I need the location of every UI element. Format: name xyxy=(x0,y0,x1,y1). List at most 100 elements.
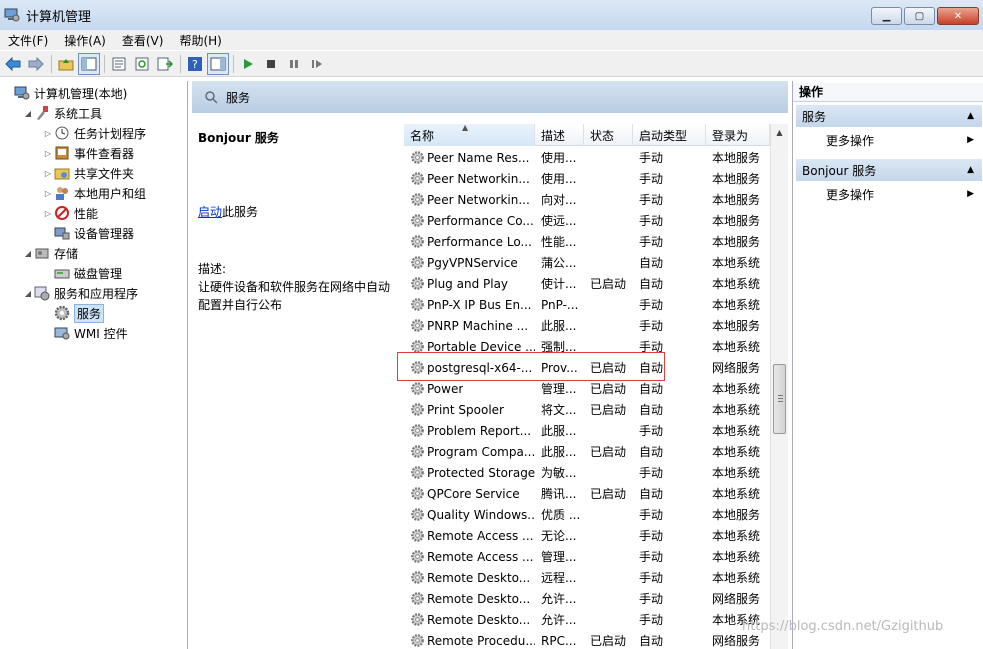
expand-toggle-icon[interactable]: ◢ xyxy=(22,249,34,258)
stop-service-button[interactable] xyxy=(260,53,282,75)
table-row[interactable]: PnP-X IP Bus En... PnP-... 手动 本地系统 xyxy=(404,294,770,315)
export-list-button[interactable] xyxy=(154,53,176,75)
table-row[interactable]: PNRP Machine ... 此服... 手动 本地服务 xyxy=(404,315,770,336)
column-header-status[interactable]: 状态 xyxy=(584,124,633,146)
column-header-startup-type[interactable]: 启动类型 xyxy=(633,124,706,146)
tree-item[interactable]: ▷ 事件查看器 xyxy=(42,143,134,163)
table-row[interactable]: Remote Access ... 无论... 手动 本地系统 xyxy=(404,525,770,546)
table-row[interactable]: Problem Report... 此服... 手动 本地系统 xyxy=(404,420,770,441)
table-row[interactable]: Performance Lo... 性能... 手动 本地服务 xyxy=(404,231,770,252)
tree-item[interactable]: 设备管理器 xyxy=(42,223,134,243)
cell-name: Performance Lo... xyxy=(404,234,535,249)
table-row[interactable]: Peer Networkin... 使用... 手动 本地服务 xyxy=(404,168,770,189)
column-header-name[interactable]: ▲ 名称 xyxy=(404,124,535,146)
cell-startup-type: 自动 xyxy=(639,403,664,417)
table-row[interactable]: Performance Co... 使远... 手动 本地服务 xyxy=(404,210,770,231)
help-button[interactable]: ? xyxy=(184,53,206,75)
selected-service-name: Bonjour 服务 xyxy=(198,131,279,145)
start-service-button[interactable] xyxy=(237,53,259,75)
cell-name: Print Spooler xyxy=(404,402,535,417)
table-row[interactable]: QPCore Service 腾讯... 已启动 自动 本地系统 xyxy=(404,483,770,504)
table-row[interactable]: Program Compa... 此服... 已启动 自动 本地系统 xyxy=(404,441,770,462)
column-header-description[interactable]: 描述 xyxy=(535,124,584,146)
expand-toggle-icon[interactable]: ◢ xyxy=(22,289,34,298)
close-button[interactable]: ✕ xyxy=(937,7,979,25)
properties-button[interactable] xyxy=(108,53,130,75)
expand-toggle-icon[interactable]: ▷ xyxy=(42,209,54,218)
tree-item[interactable]: ▷ 共享文件夹 xyxy=(42,163,134,183)
tree-item[interactable]: ▷ 性能 xyxy=(42,203,98,223)
refresh-button[interactable] xyxy=(131,53,153,75)
minimize-button[interactable]: ▁ xyxy=(871,7,902,25)
up-level-button[interactable] xyxy=(55,53,77,75)
expand-toggle-icon[interactable]: ◢ xyxy=(22,109,34,118)
resume-service-button[interactable] xyxy=(306,53,328,75)
gear-icon xyxy=(411,634,424,647)
highlight-annotation-box xyxy=(397,352,665,381)
tree-item-label: 事件查看器 xyxy=(74,146,135,161)
more-actions-services[interactable]: 更多操作 ▶ xyxy=(796,129,982,151)
tree-item-label: 计算机管理(本地) xyxy=(34,86,128,101)
table-row[interactable]: Remote Deskto... 允许... 手动 网络服务 xyxy=(404,588,770,609)
start-service-link[interactable]: 启动 xyxy=(198,205,222,219)
service-description-panel: Bonjour 服务 启动此服务 描述: 让硬件设备和软件服务在网络中自动配置并… xyxy=(192,113,404,649)
table-row[interactable]: Remote Deskto... 允许... 手动 本地系统 xyxy=(404,609,770,630)
tree-item[interactable]: ▷ 本地用户和组 xyxy=(42,183,146,203)
cell-name-text: Print Spooler xyxy=(427,402,504,417)
table-row[interactable]: Print Spooler 将文... 已启动 自动 本地系统 xyxy=(404,399,770,420)
tree-item[interactable]: ◢ 存储 xyxy=(22,243,78,263)
scroll-up-arrow-icon[interactable]: ▲ xyxy=(771,124,788,141)
tree-item[interactable]: 计算机管理(本地) xyxy=(2,83,127,103)
forward-button[interactable] xyxy=(25,53,47,75)
cell-name-text: Remote Access ... xyxy=(427,549,534,564)
table-row[interactable]: PgyVPNService 蒲公... 自动 本地系统 xyxy=(404,252,770,273)
tree-item[interactable]: WMI 控件 xyxy=(42,323,128,343)
table-row[interactable]: Quality Windows... 优质 ... 手动 本地服务 xyxy=(404,504,770,525)
cell-logon-as: 本地系统 xyxy=(712,382,761,396)
cell-status: 已启动 xyxy=(590,445,627,459)
pause-service-button[interactable] xyxy=(283,53,305,75)
vertical-scrollbar[interactable]: ▲ xyxy=(770,124,788,649)
table-row[interactable]: Protected Storage 为敏... 手动 本地系统 xyxy=(404,462,770,483)
cell-description: 为敏... xyxy=(541,466,577,480)
show-hide-tree-button[interactable] xyxy=(78,52,100,75)
gear-icon xyxy=(411,193,424,206)
menu-action[interactable]: 操作(A) xyxy=(56,32,114,49)
scrollbar-thumb[interactable] xyxy=(773,364,786,434)
back-button[interactable] xyxy=(2,53,24,75)
cell-startup-type: 手动 xyxy=(639,529,664,543)
tree-item[interactable]: 磁盘管理 xyxy=(42,263,122,283)
table-row[interactable]: Remote Access ... 管理... 手动 本地系统 xyxy=(404,546,770,567)
actions-section-bonjour[interactable]: Bonjour 服务 ▲ xyxy=(796,159,982,181)
menu-file[interactable]: 文件(F) xyxy=(0,32,56,49)
expand-toggle-icon[interactable]: ▷ xyxy=(42,129,54,138)
menu-view[interactable]: 查看(V) xyxy=(114,32,172,49)
cell-startup-type: 手动 xyxy=(639,151,664,165)
table-row[interactable]: Plug and Play 使计... 已启动 自动 本地系统 xyxy=(404,273,770,294)
menu-help[interactable]: 帮助(H) xyxy=(171,32,229,49)
tree-item[interactable]: ▷ 任务计划程序 xyxy=(42,123,146,143)
table-row[interactable]: Peer Name Res... 使用... 手动 本地服务 xyxy=(404,147,770,168)
expand-toggle-icon[interactable]: ▷ xyxy=(42,169,54,178)
grip-icon xyxy=(778,395,783,402)
table-row[interactable]: Power 管理... 已启动 自动 本地系统 xyxy=(404,378,770,399)
gear-icon xyxy=(411,424,424,437)
cell-name-text: Remote Deskto... xyxy=(427,570,531,585)
show-hide-action-pane-button[interactable] xyxy=(207,52,229,75)
table-row[interactable]: Peer Networkin... 向对... 手动 本地服务 xyxy=(404,189,770,210)
gear-icon xyxy=(411,487,424,500)
column-header-logon-as[interactable]: 登录为 xyxy=(706,124,770,146)
cell-description: 无论... xyxy=(541,529,577,543)
table-row[interactable]: Remote Procedu... RPC... 已启动 自动 网络服务 xyxy=(404,630,770,649)
gear-icon xyxy=(411,592,424,605)
actions-section-bonjour-label: Bonjour 服务 xyxy=(802,163,877,178)
tree-item[interactable]: 服务 xyxy=(42,303,105,323)
actions-section-services[interactable]: 服务 ▲ xyxy=(796,105,982,127)
expand-toggle-icon[interactable]: ▷ xyxy=(42,189,54,198)
more-actions-bonjour[interactable]: 更多操作 ▶ xyxy=(796,183,982,205)
tree-item[interactable]: ◢ 系统工具 xyxy=(22,103,102,123)
table-row[interactable]: Remote Deskto... 远程... 手动 本地系统 xyxy=(404,567,770,588)
expand-toggle-icon[interactable]: ▷ xyxy=(42,149,54,158)
maximize-button[interactable]: ▢ xyxy=(904,7,935,25)
tree-item[interactable]: ◢ 服务和应用程序 xyxy=(22,283,138,303)
